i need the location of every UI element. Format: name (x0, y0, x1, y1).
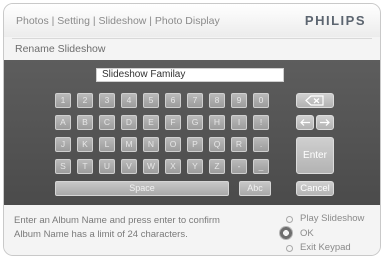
key-underscore[interactable]: _ (253, 159, 269, 174)
play-slideshow-option[interactable]: Play Slideshow (300, 213, 364, 224)
key-v[interactable]: V (121, 159, 137, 174)
breadcrumb: Photos | Setting | Slideshow | Photo Dis… (16, 15, 220, 27)
key-i[interactable]: I (231, 115, 247, 130)
key-s[interactable]: S (55, 159, 71, 174)
backspace-button[interactable] (296, 93, 334, 108)
key-b[interactable]: B (77, 115, 93, 130)
key-n[interactable]: N (143, 137, 159, 152)
key-9[interactable]: 9 (231, 93, 247, 108)
key-4[interactable]: 4 (121, 93, 137, 108)
key-g[interactable]: G (187, 115, 203, 130)
navigation-ring-icon (279, 226, 293, 240)
photo-frame-screen: Photos | Setting | Slideshow | Photo Dis… (3, 3, 381, 256)
key-m[interactable]: M (121, 137, 137, 152)
key-z[interactable]: Z (209, 159, 225, 174)
help-text: Enter an Album Name and press enter to c… (14, 214, 220, 242)
ok-option[interactable]: OK (300, 228, 314, 239)
key-2[interactable]: 2 (77, 93, 93, 108)
help-line-2: Album Name has a limit of 24 characters. (14, 229, 188, 240)
key-exclamation[interactable]: ! (253, 115, 269, 130)
help-line-1: Enter an Album Name and press enter to c… (14, 215, 220, 226)
key-r[interactable]: R (231, 137, 247, 152)
key-5[interactable]: 5 (143, 93, 159, 108)
slideshow-name-input[interactable]: Slideshow Familay (96, 68, 284, 82)
key-a[interactable]: A (55, 115, 71, 130)
key-d[interactable]: D (121, 115, 137, 130)
enter-button[interactable]: Enter (296, 137, 334, 174)
header-bar: Photos | Setting | Slideshow | Photo Dis… (4, 4, 380, 37)
key-hyphen[interactable]: - (231, 159, 247, 174)
key-period[interactable]: . (253, 137, 269, 152)
option-dot-icon (286, 245, 293, 252)
key-8[interactable]: 8 (209, 93, 225, 108)
key-j[interactable]: J (55, 137, 71, 152)
brand-logo: PHILIPS (304, 13, 366, 28)
space-key[interactable]: Space (55, 181, 229, 196)
key-k[interactable]: K (77, 137, 93, 152)
key-3[interactable]: 3 (99, 93, 115, 108)
abc-toggle-key[interactable]: Abc (239, 181, 271, 196)
footer: Enter an Album Name and press enter to c… (4, 205, 380, 255)
page-title: Rename Slideshow (15, 43, 106, 55)
key-x[interactable]: X (165, 159, 181, 174)
key-1[interactable]: 1 (55, 93, 71, 108)
cancel-button[interactable]: Cancel (296, 181, 334, 196)
cursor-right-button[interactable] (316, 115, 334, 130)
key-f[interactable]: F (165, 115, 181, 130)
key-p[interactable]: P (187, 137, 203, 152)
option-dot-icon (286, 216, 293, 223)
key-h[interactable]: H (209, 115, 225, 130)
exit-keypad-option[interactable]: Exit Keypad (300, 242, 351, 253)
key-c[interactable]: C (99, 115, 115, 130)
subtitle-bar: Rename Slideshow (12, 38, 372, 59)
key-l[interactable]: L (99, 137, 115, 152)
backspace-icon (305, 95, 324, 106)
key-w[interactable]: W (143, 159, 159, 174)
key-6[interactable]: 6 (165, 93, 181, 108)
key-u[interactable]: U (99, 159, 115, 174)
key-0[interactable]: 0 (253, 93, 269, 108)
onscreen-keyboard: Slideshow Familay 1 2 3 4 5 6 7 8 9 0 A … (4, 60, 380, 205)
key-q[interactable]: Q (209, 137, 225, 152)
right-arrow-icon (320, 119, 330, 126)
cursor-left-button[interactable] (296, 115, 314, 130)
key-7[interactable]: 7 (187, 93, 203, 108)
key-t[interactable]: T (77, 159, 93, 174)
key-e[interactable]: E (143, 115, 159, 130)
left-arrow-icon (300, 119, 310, 126)
key-o[interactable]: O (165, 137, 181, 152)
key-y[interactable]: Y (187, 159, 203, 174)
